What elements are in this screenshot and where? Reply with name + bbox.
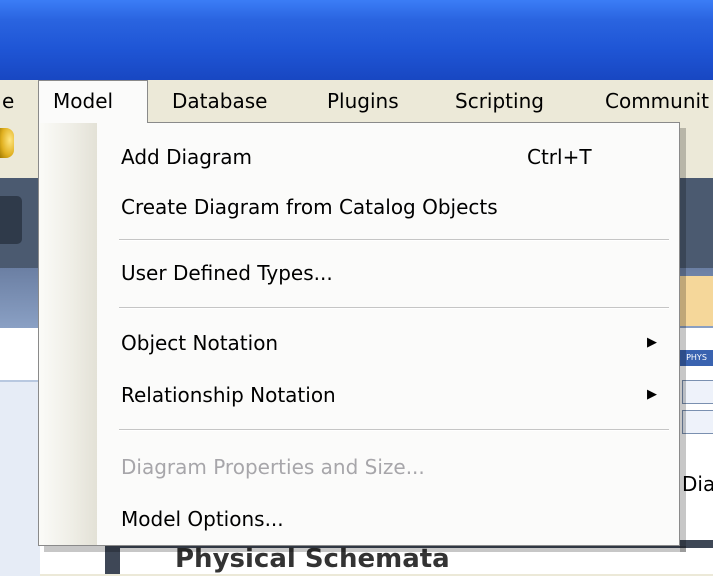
menu-item-label: Diagram Properties and Size...: [121, 455, 425, 479]
menu-item-label: Add Diagram: [121, 145, 252, 169]
menu-scripting[interactable]: Scripting: [455, 80, 544, 122]
menu-item-label: Model Options...: [121, 507, 284, 531]
menu-plugins[interactable]: Plugins: [327, 80, 399, 122]
database-icon[interactable]: [0, 128, 14, 158]
menu-separator: [119, 239, 669, 241]
menu-item-label: User Defined Types...: [121, 261, 333, 285]
submenu-arrow-icon: ▶: [647, 387, 657, 402]
menu-item-model-options[interactable]: Model Options...: [39, 495, 679, 543]
menu-item-add-diagram[interactable]: Add Diagram Ctrl+T: [39, 133, 679, 181]
left-panel: [0, 380, 40, 576]
menu-item-diagram-properties[interactable]: Diagram Properties and Size...: [39, 443, 679, 491]
menu-item-relationship-notation[interactable]: Relationship Notation ▶: [39, 371, 679, 419]
menu-separator: [119, 307, 669, 309]
menu-item-shortcut: Ctrl+T: [527, 145, 592, 169]
menu-database[interactable]: Database: [172, 80, 267, 122]
menu-bar: e Model Database Plugins Scripting Commu…: [0, 80, 713, 123]
menu-item-label: Relationship Notation: [121, 383, 336, 407]
menu-item-user-defined-types[interactable]: User Defined Types...: [39, 249, 679, 297]
submenu-arrow-icon: ▶: [647, 335, 657, 350]
menu-shadow: [44, 546, 686, 552]
menu-community[interactable]: Communit: [605, 80, 713, 122]
menu-item-object-notation[interactable]: Object Notation ▶: [39, 319, 679, 367]
side-tab[interactable]: [0, 196, 22, 244]
menu-edit[interactable]: e: [2, 80, 14, 122]
diagram-thumb-icon[interactable]: [682, 410, 713, 434]
model-dropdown-menu: Add Diagram Ctrl+T Create Diagram from C…: [38, 122, 680, 546]
menu-shadow: [680, 128, 686, 552]
menu-item-create-diagram-from-catalog[interactable]: Create Diagram from Catalog Objects: [39, 183, 679, 231]
menu-item-label: Create Diagram from Catalog Objects: [121, 195, 498, 219]
partial-label: Dia: [682, 472, 713, 496]
menu-item-label: Object Notation: [121, 331, 279, 355]
menu-separator: [119, 429, 669, 431]
menu-model[interactable]: Model: [38, 80, 148, 123]
window-title-bar: [0, 0, 713, 80]
diagram-thumb-icon[interactable]: [682, 380, 713, 404]
